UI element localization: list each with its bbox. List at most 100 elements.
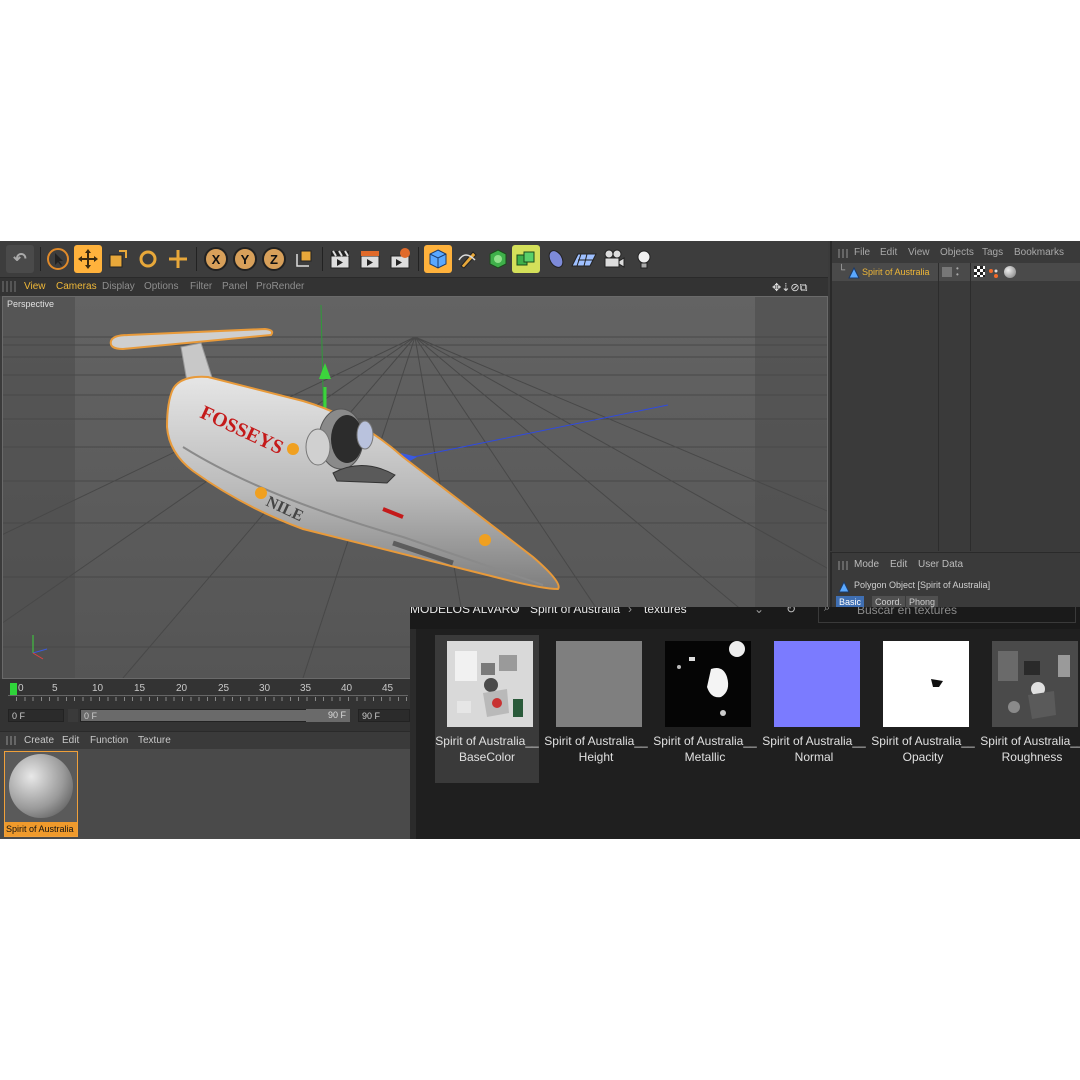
menu-view[interactable]: View [24,281,46,292]
file-item[interactable]: Spirit of Australia__Opacity [871,635,975,783]
search-icon: ⌕ [824,607,831,614]
spinner-icon[interactable] [68,709,78,722]
file-name: Spirit of Australia__Opacity [871,734,975,764]
tick-label: 5 [52,683,58,694]
light-icon[interactable] [630,245,658,273]
breadcrumb-item[interactable]: textures [644,607,687,616]
menu-function[interactable]: Function [90,735,128,746]
material-manager-menu: Create Edit Function Texture [0,731,410,750]
z-axis-lock-icon[interactable]: Z [260,245,288,273]
polygon-object-icon [848,266,860,284]
coordinate-system-icon[interactable] [290,245,318,273]
add-icon[interactable] [164,245,192,273]
tick-label: 0 [18,683,24,694]
file-name: Spirit of Australia__BaseColor [435,734,539,764]
material-preview-sphere [9,754,73,818]
thumbnail-basecolor [447,641,533,727]
floor-icon[interactable] [570,245,598,273]
array-icon[interactable] [512,245,540,273]
tree-branch-icon: └ [838,265,846,276]
attribute-title: Polygon Object [Spirit of Australia] [854,580,991,590]
viewport-navigation-icon[interactable]: ✥⇣⊘⧉ [772,281,808,295]
menu-prorender[interactable]: ProRender [256,281,304,292]
breadcrumb-item[interactable]: MODELOS ALVARO [410,607,520,616]
menu-options[interactable]: Options [144,281,178,292]
material-swatch[interactable]: Spirit of Australia [4,751,78,837]
material-tag-icon[interactable] [1004,266,1016,278]
pen-icon[interactable] [454,245,482,273]
texture-tag-icon[interactable] [974,266,985,277]
menu-edit[interactable]: Edit [890,559,907,570]
menu-cameras[interactable]: Cameras [56,281,97,292]
file-item[interactable]: Spirit of Australia__Normal [762,635,866,783]
search-input[interactable]: Buscar en textures [818,607,1076,623]
tick-label: 10 [92,683,104,694]
menu-create[interactable]: Create [24,735,54,746]
file-name: Spirit of Australia__Roughness [980,734,1080,764]
refresh-icon[interactable]: ↻ [786,607,796,616]
attribute-manager: Mode Edit User Data Polygon Object [Spir… [830,552,1080,613]
tick-label: 20 [176,683,188,694]
tick-label: 40 [341,683,353,694]
file-item[interactable]: Spirit of Australia__Metallic [653,635,757,783]
tick-label: 30 [259,683,271,694]
move-icon[interactable] [74,245,102,273]
menu-display[interactable]: Display [102,281,135,292]
main-toolbar: ↶ X Y Z [0,241,828,278]
menu-file[interactable]: File [854,247,870,258]
layer-icon[interactable] [942,267,952,277]
file-name: Spirit of Australia__Normal [762,734,866,764]
end-frame-field[interactable]: 90 F [358,709,410,722]
timeline-ruler[interactable]: 0 5 10 15 20 25 30 35 40 45 [8,681,408,701]
menu-objects[interactable]: Objects [940,247,974,258]
render-settings-icon[interactable] [386,245,414,273]
x-axis-lock-icon[interactable]: X [202,245,230,273]
playhead[interactable] [10,683,17,695]
file-item[interactable]: Spirit of Australia__BaseColor [435,635,539,783]
viewport-label: Perspective [7,299,55,309]
file-explorer-window: MODELOS ALVARO › Spirit of Australia › t… [410,607,1080,839]
scale-icon[interactable] [104,245,132,273]
breadcrumb-item[interactable]: Spirit of Australia [530,607,620,616]
file-item[interactable]: Spirit of Australia__Roughness [980,635,1080,783]
tick-label: 15 [134,683,146,694]
undo-icon[interactable]: ↶ [6,245,34,273]
phong-tag-icon[interactable] [988,266,999,278]
menu-edit[interactable]: Edit [880,247,897,258]
tick-label: 45 [382,683,394,694]
live-selection-icon[interactable] [44,245,72,273]
menu-tags[interactable]: Tags [982,247,1003,258]
y-axis-lock-icon[interactable]: Y [231,245,259,273]
rotate-icon[interactable] [134,245,162,273]
timeline: 0 5 10 15 20 25 30 35 40 45 0 F 0 F 90 F… [0,679,410,731]
render-view-icon[interactable] [326,245,354,273]
deformer-icon[interactable] [542,245,570,273]
object-row[interactable]: └ Spirit of Australia • • [832,263,1080,281]
cube-icon[interactable] [424,245,452,273]
file-item[interactable]: Spirit of Australia__Height [544,635,648,783]
chevron-down-icon[interactable]: ⌄ [754,607,764,616]
menu-edit[interactable]: Edit [62,735,79,746]
menu-user-data[interactable]: User Data [918,559,963,570]
viewport-menu: View Cameras Display Options Filter Pane… [0,278,828,296]
menu-mode[interactable]: Mode [854,559,879,570]
navigation-pane-edge [410,629,416,839]
thumbnail-opacity [883,641,969,727]
menu-filter[interactable]: Filter [190,281,212,292]
camera-icon[interactable] [600,245,628,273]
object-name: Spirit of Australia [862,267,930,277]
range-end-field[interactable]: 90 F [306,709,350,722]
thumbnail-normal [774,641,860,727]
visibility-dots-icon[interactable]: • • [956,265,959,279]
start-frame-field[interactable]: 0 F [8,709,64,722]
material-name: Spirit of Australia [5,822,77,836]
menu-texture[interactable]: Texture [138,735,171,746]
thumbnail-metallic [665,641,751,727]
menu-bookmarks[interactable]: Bookmarks [1014,247,1064,258]
file-name: Spirit of Australia__Metallic [653,734,757,764]
render-picture-viewer-icon[interactable] [356,245,384,273]
file-name: Spirit of Australia__Height [544,734,648,764]
menu-panel[interactable]: Panel [222,281,248,292]
subdivision-icon[interactable] [484,245,512,273]
menu-view[interactable]: View [908,247,930,258]
